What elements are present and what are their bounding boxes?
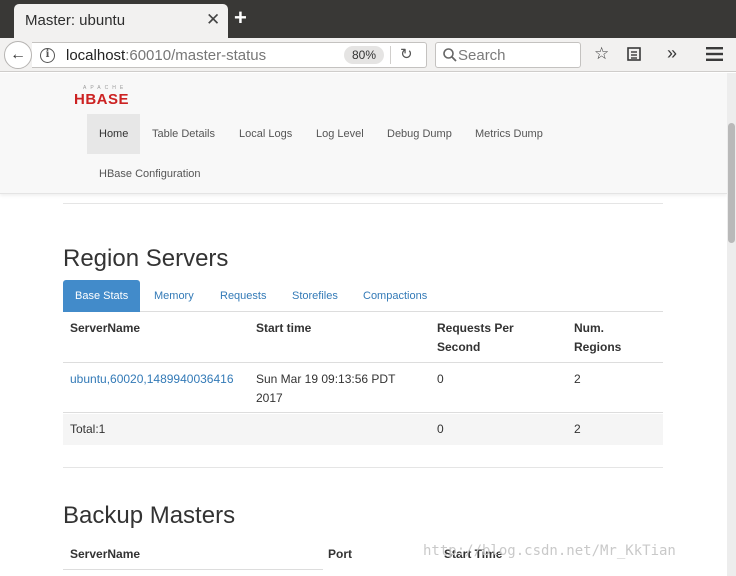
regions-cell: 2: [574, 372, 581, 386]
nav-local-logs[interactable]: Local Logs: [227, 114, 304, 154]
server-link[interactable]: ubuntu,60020,1489940036416: [70, 372, 234, 386]
url-text[interactable]: localhost:60010/master-status: [66, 47, 266, 64]
region-servers-table: ServerName Start time Requests Per Secon…: [63, 313, 663, 445]
total-requests: 0: [437, 422, 444, 436]
total-label: Total:1: [70, 422, 106, 436]
requests-cell: 0: [437, 372, 444, 386]
total-regions: 2: [574, 422, 581, 436]
back-arrow-icon[interactable]: ←: [4, 41, 32, 69]
column-header: Requests Per Second: [437, 321, 514, 354]
column-header: Port: [328, 547, 352, 561]
search-icon: [443, 48, 457, 62]
browser-tab[interactable]: Master: ubuntu ✕: [14, 4, 228, 38]
nav-debug-dump[interactable]: Debug Dump: [375, 114, 464, 154]
server-name-cell: ubuntu,60020,1489940036416: [70, 370, 234, 389]
tab-memory[interactable]: Memory: [142, 280, 206, 312]
column-header: ServerName: [70, 321, 141, 335]
search-input[interactable]: [458, 45, 576, 65]
region-servers-title: Region Servers: [63, 245, 229, 272]
reload-icon[interactable]: ↻: [400, 45, 413, 63]
reading-list-icon[interactable]: [626, 46, 642, 62]
url-path: :60010/master-status: [125, 47, 267, 64]
tab-base-stats[interactable]: Base Stats: [63, 280, 141, 312]
vertical-scrollbar[interactable]: [727, 73, 736, 576]
url-separator: [390, 46, 391, 64]
region-servers-tabs: Base Stats Memory Requests Storefiles Co…: [63, 280, 663, 312]
column-header: Num. Regions: [574, 321, 622, 354]
page-viewport: APACHE HBASE Home Table Details Local Lo…: [0, 73, 727, 576]
url-bar[interactable]: i localhost:60010/master-status 80% ↻: [32, 42, 427, 68]
table-row: ubuntu,60020,1489940036416 Sun Mar 19 09…: [63, 363, 663, 413]
start-time-cell: Sun Mar 19 09:13:56 PDT 2017: [256, 372, 396, 405]
bookmark-star-icon[interactable]: ☆: [594, 44, 609, 64]
overflow-chevron-icon[interactable]: »: [667, 43, 677, 64]
hbase-logo[interactable]: APACHE HBASE: [74, 84, 142, 106]
table-total-row: Total:1 0 2: [63, 414, 663, 445]
divider: [63, 203, 663, 204]
tab-requests[interactable]: Requests: [208, 280, 278, 312]
watermark-text: http://blog.csdn.net/Mr_KkTian: [423, 543, 676, 559]
hamburger-menu-icon[interactable]: [706, 47, 723, 61]
search-box[interactable]: [435, 42, 581, 68]
divider: [63, 467, 663, 468]
logo-hbase-text: HBASE: [74, 91, 129, 106]
url-host: localhost: [66, 47, 126, 64]
column-header: Start time: [256, 321, 312, 335]
column-header: ServerName: [70, 547, 141, 561]
nav-log-level[interactable]: Log Level: [304, 114, 376, 154]
new-tab-icon[interactable]: +: [234, 5, 247, 31]
nav-hbase-configuration[interactable]: HBase Configuration: [87, 154, 213, 194]
nav-table-details[interactable]: Table Details: [140, 114, 227, 154]
info-icon[interactable]: i: [40, 48, 55, 63]
hbase-navbar: APACHE HBASE Home Table Details Local Lo…: [0, 73, 727, 194]
browser-toolbar: ← i localhost:60010/master-status 80% ↻ …: [0, 38, 736, 72]
backup-masters-title: Backup Masters: [63, 502, 236, 529]
table-header-row: ServerName Start time Requests Per Secon…: [63, 313, 663, 363]
zoom-level-badge[interactable]: 80%: [344, 46, 385, 64]
scrollbar-thumb[interactable]: [728, 123, 735, 243]
nav-metrics-dump[interactable]: Metrics Dump: [463, 114, 555, 154]
nav-home[interactable]: Home: [87, 114, 141, 154]
tab-compactions[interactable]: Compactions: [351, 280, 439, 312]
close-tab-icon[interactable]: ✕: [206, 10, 220, 30]
browser-tab-bar: Master: ubuntu ✕ +: [0, 0, 736, 38]
tab-storefiles[interactable]: Storefiles: [280, 280, 350, 312]
tab-title: Master: ubuntu: [25, 12, 126, 29]
